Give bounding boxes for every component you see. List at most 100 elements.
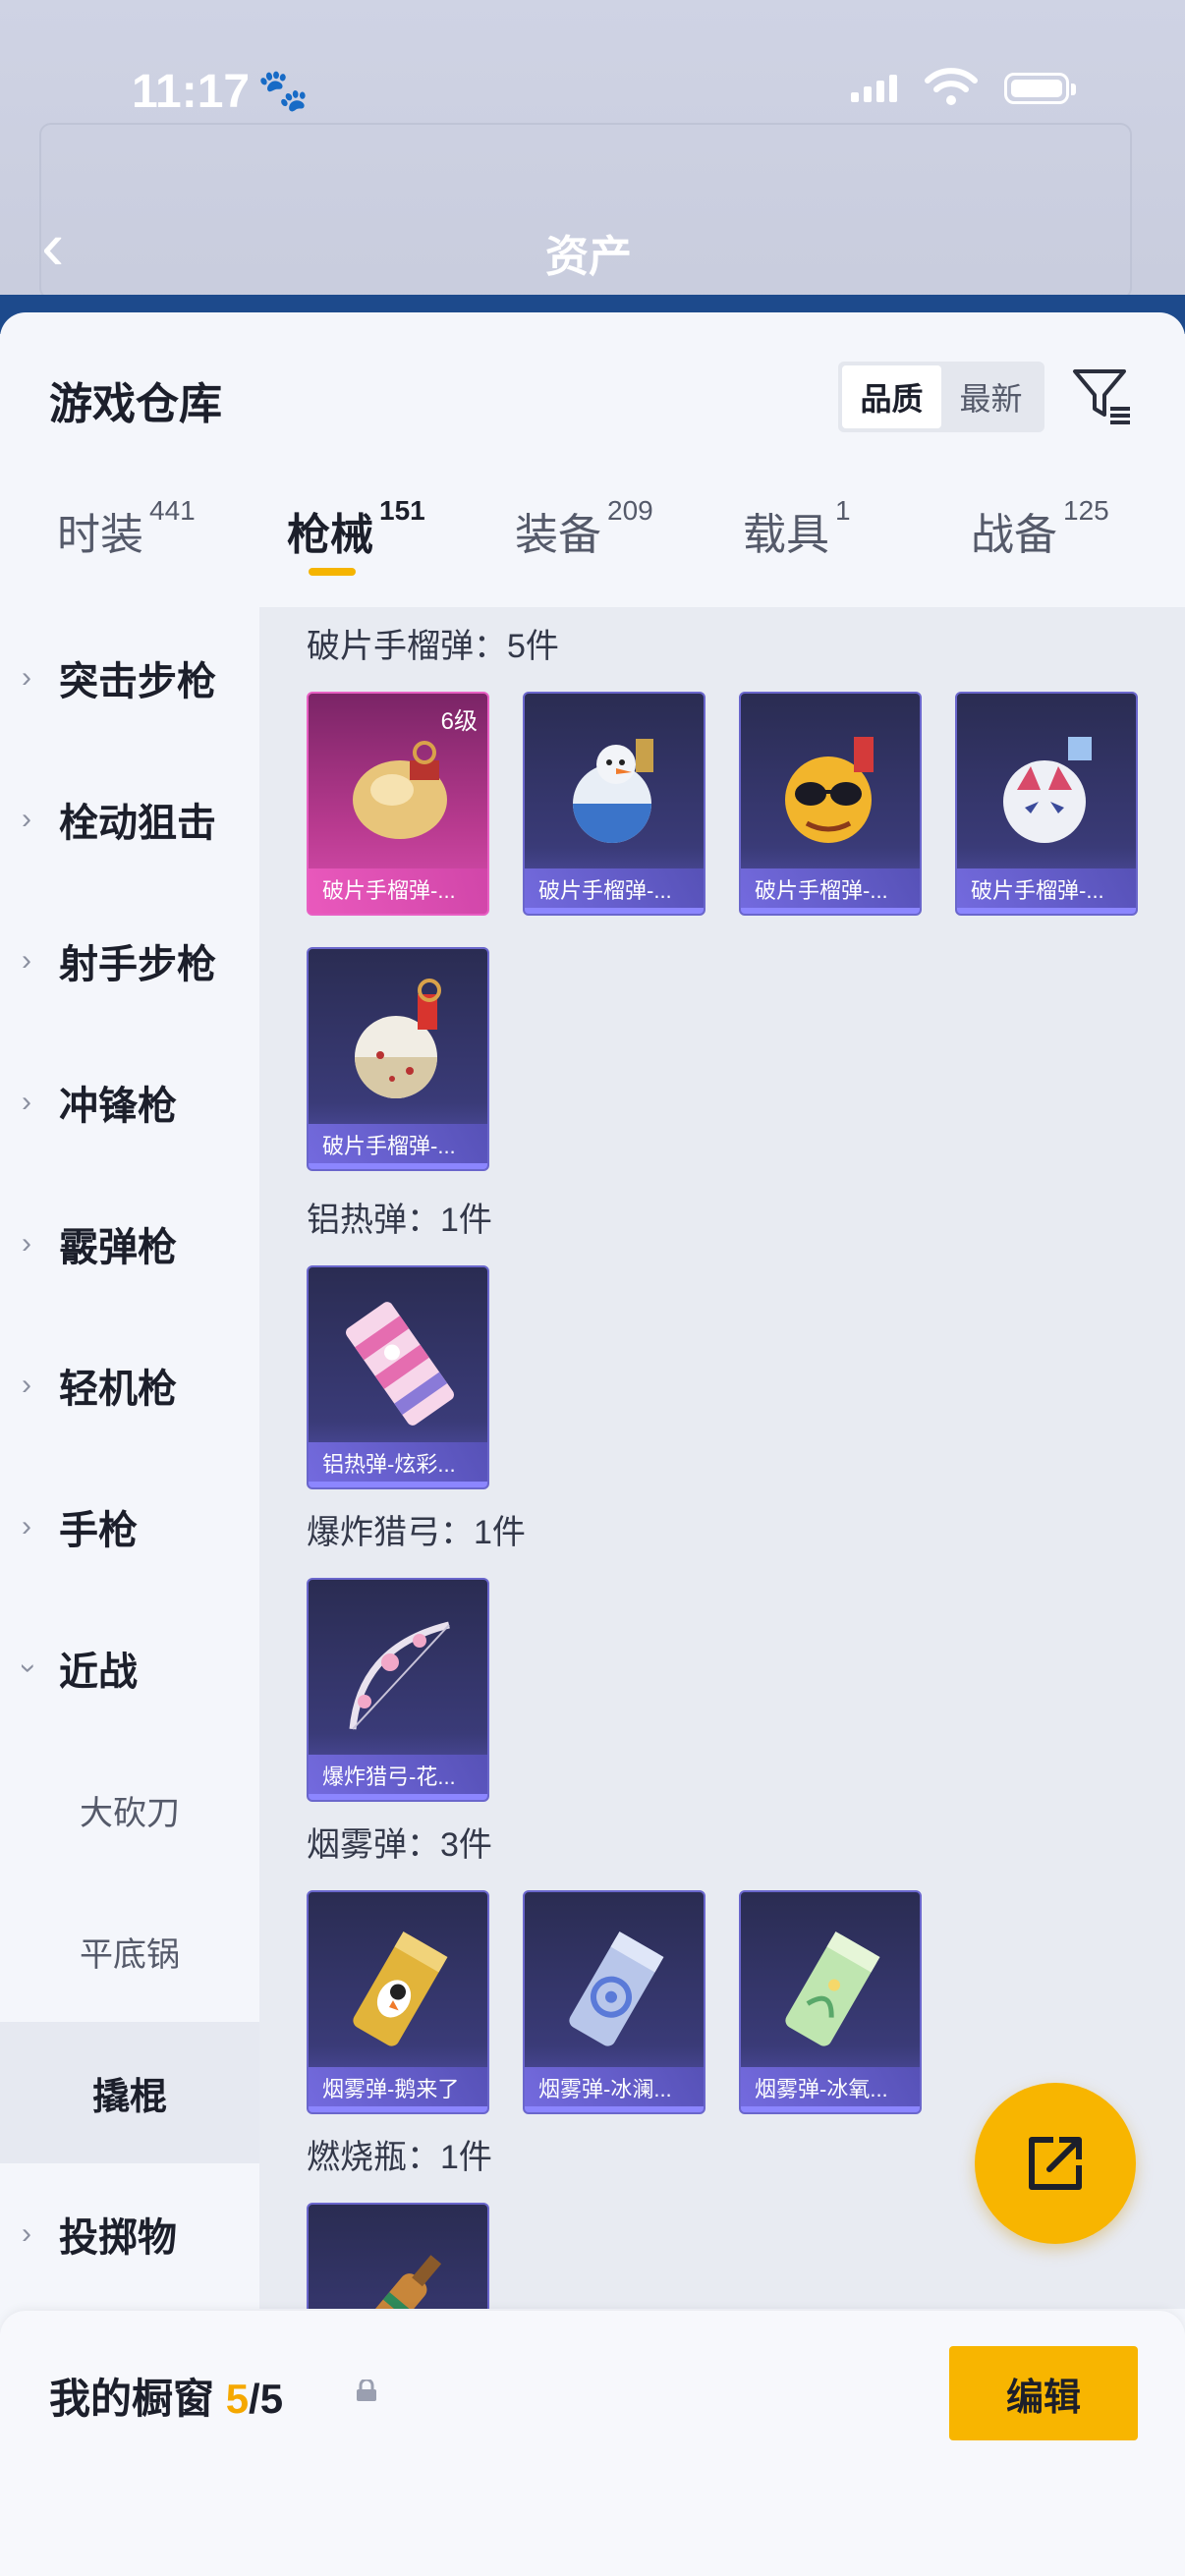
sunglasses-grenade-icon [785, 737, 874, 843]
filter-icon[interactable] [1071, 364, 1134, 426]
nav-label: 手枪 [59, 1509, 138, 1552]
nav-throwables[interactable]: › 投掷物 [0, 2163, 259, 2305]
battery-icon [1004, 73, 1076, 104]
nav-shotgun[interactable]: › 霰弹枪 [0, 1173, 259, 1315]
nav-label: 大砍刀 [80, 1794, 180, 1832]
goose-smoke-icon [353, 1931, 448, 2046]
nav-label: 撬棍 [91, 2076, 167, 2118]
group-title: 爆炸猎弓：1件 [307, 1514, 526, 1551]
sheet-title: 游戏仓库 [49, 380, 222, 428]
item-card[interactable]: 破片手榴弹-... [955, 692, 1138, 916]
chevron-right-icon: › [22, 661, 31, 694]
nav-bolt-sniper[interactable]: › 栓动狙击 [0, 749, 259, 890]
tab-equipment[interactable]: 装备 209 [515, 495, 653, 562]
category-tabs: 时装 441 枪械 151 装备 209 载具 1 战备 125 [0, 495, 1185, 607]
rarity-bar [741, 2106, 920, 2112]
chevron-right-icon: › [22, 1086, 31, 1118]
chevron-right-icon: › [22, 803, 31, 835]
nav-melee[interactable]: › 近战 [0, 1597, 259, 1739]
group-title: 燃烧瓶：1件 [307, 2139, 492, 2176]
item-card[interactable]: 6级 破片手榴弹-... [307, 692, 489, 916]
rarity-bar [309, 2106, 487, 2112]
nav-sub-frying-pan[interactable]: 平底锅 [0, 1880, 259, 2022]
rarity-bar [957, 908, 1136, 914]
item-card[interactable]: 破片手榴弹-... [307, 947, 489, 1171]
showcase-title: 我的橱窗 5/5 [49, 2366, 283, 2426]
item-grid: 破片手榴弹：5件 6级 破片手榴弹-... 破片手榴弹-... 破片手榴弹-..… [259, 607, 1185, 2309]
tab-label: 时装 [57, 511, 143, 559]
nav-label: 轻机枪 [59, 1368, 177, 1411]
rarity-bar [309, 1794, 487, 1800]
molotov-icon [355, 2255, 442, 2309]
rarity-bar [741, 908, 920, 914]
star-grenade-icon [355, 979, 441, 1098]
nav-label: 平底锅 [80, 1935, 180, 1974]
share-out-icon [1029, 2137, 1082, 2190]
showcase-separator: / [249, 2376, 260, 2422]
nav-pistol[interactable]: › 手枪 [0, 1456, 259, 1597]
item-card[interactable]: 烟雾弹-鹅来了 [307, 1890, 489, 2114]
nav-marksman-rifle[interactable]: › 射手步枪 [0, 890, 259, 1032]
tab-label: 枪械 [287, 511, 373, 559]
nav-smg[interactable]: › 冲锋枪 [0, 1032, 259, 1173]
tab-label: 装备 [515, 511, 601, 559]
nav-label: 栓动狙击 [59, 802, 216, 845]
weapon-type-nav: › 突击步枪 › 栓动狙击 › 射手步枪 › 冲锋枪 › 霰弹枪 › 轻机枪 ›… [0, 607, 259, 2346]
nav-label: 冲锋枪 [59, 1085, 177, 1128]
warehouse-sheet: 游戏仓库 品质 最新 时装 441 枪械 151 装备 209 载具 1 战备 … [0, 312, 1185, 2576]
item-name: 破片手榴弹-... [309, 868, 487, 914]
candy-thermite-icon [346, 1302, 454, 1426]
nav-assault-rifle[interactable]: › 突击步枪 [0, 607, 259, 749]
fox-mask-grenade-icon [1003, 737, 1092, 843]
item-card[interactable]: 铝热弹-炫彩... [307, 1265, 489, 1489]
sort-newest-button[interactable]: 最新 [941, 365, 1041, 428]
lock-icon [357, 2380, 376, 2401]
nav-sub-machete[interactable]: 大砍刀 [0, 1739, 259, 1880]
nav-sub-crowbar[interactable]: 撬棍 [0, 2022, 259, 2163]
flower-bow-icon [349, 1621, 450, 1730]
showcase-current-count: 5 [225, 2376, 250, 2422]
item-card[interactable]: 破片手榴弹-... [523, 692, 705, 916]
group-title: 烟雾弹：3件 [307, 1826, 492, 1864]
item-card[interactable] [307, 2203, 489, 2309]
item-card[interactable]: 烟雾弹-冰澜... [523, 1890, 705, 2114]
item-card[interactable]: 破片手榴弹-... [739, 692, 922, 916]
chevron-right-icon: › [22, 1510, 31, 1542]
nav-lmg[interactable]: › 轻机枪 [0, 1315, 259, 1456]
showcase-label: 我的橱窗 [49, 2376, 215, 2422]
tab-battle-gear[interactable]: 战备 125 [971, 495, 1109, 562]
item-card[interactable]: 爆炸猎弓-花... [307, 1578, 489, 1802]
ice-smoke-icon [569, 1931, 664, 2046]
snowman-grenade-icon [573, 739, 653, 843]
status-time: 11:17 [132, 66, 251, 118]
golden-grenade-icon [353, 741, 447, 839]
tab-count: 151 [379, 495, 425, 526]
rarity-bar [525, 2106, 704, 2112]
green-smoke-icon [785, 1931, 880, 2046]
tab-count: 125 [1063, 495, 1109, 526]
nav-label: 突击步枪 [59, 660, 216, 703]
tab-fashion[interactable]: 时装 441 [57, 495, 196, 562]
bg-page-title: 资产 [545, 233, 632, 281]
chevron-right-icon: › [22, 2217, 31, 2250]
group-title: 破片手榴弹：5件 [307, 628, 559, 665]
tab-label: 战备 [971, 511, 1057, 559]
back-arrow-icon[interactable]: ‹ [41, 211, 64, 280]
paw-icon: 🐾 [257, 67, 310, 113]
tab-vehicles[interactable]: 载具 1 [743, 495, 851, 562]
tab-count: 441 [149, 495, 196, 526]
chevron-right-icon: › [22, 1369, 31, 1401]
showcase-max-count: 5 [259, 2376, 284, 2422]
chevron-down-icon: › [13, 1663, 45, 1673]
share-button[interactable] [975, 2083, 1136, 2244]
item-card[interactable]: 烟雾弹-冰氧... [739, 1890, 922, 2114]
tab-count: 209 [607, 495, 653, 526]
sort-quality-button[interactable]: 品质 [842, 365, 941, 428]
nav-label: 射手步枪 [59, 943, 216, 986]
tab-firearms[interactable]: 枪械 151 [287, 495, 425, 576]
chevron-right-icon: › [22, 1227, 31, 1260]
edit-button[interactable]: 编辑 [949, 2346, 1138, 2440]
sort-toggle: 品质 最新 [838, 362, 1044, 432]
nav-label: 近战 [59, 1651, 138, 1694]
tab-label: 载具 [743, 511, 829, 559]
